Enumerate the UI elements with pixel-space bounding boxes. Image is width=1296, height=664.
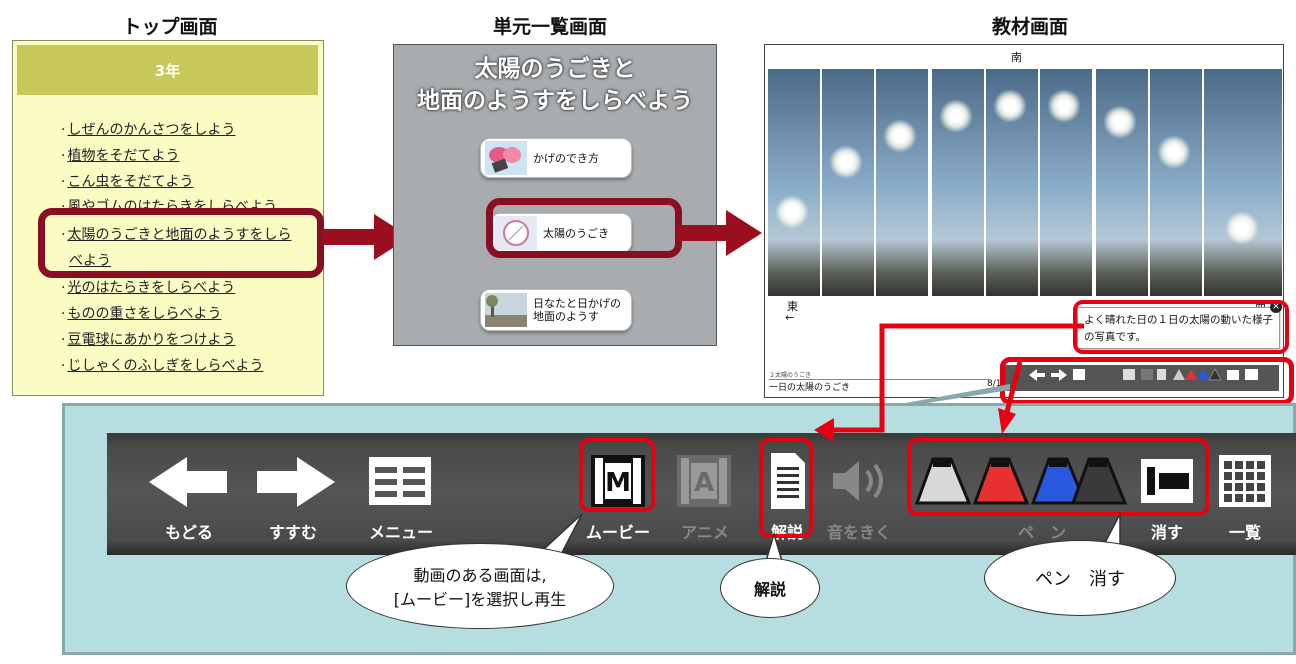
list-label: 一覧 — [1228, 523, 1261, 542]
highlight-movie-button — [579, 438, 655, 512]
direction-south: 南 — [1011, 51, 1022, 64]
back-label: もどる — [165, 523, 213, 542]
commentary-callout: 解説 — [720, 558, 820, 618]
explanation-pointer-arrow — [814, 323, 1084, 442]
forward-label: すすむ — [268, 523, 317, 542]
unit-button-label: 日なたと日かげの 地面のようす — [533, 297, 621, 323]
heading-units: 単元一覧画面 — [492, 16, 607, 38]
unit-link[interactable]: · ものの重さをしらべよう — [61, 303, 221, 323]
direction-east-arrow: ← — [785, 311, 795, 324]
heading-top: トップ画面 — [122, 16, 218, 38]
ground-thumbnail-icon — [485, 293, 527, 327]
unit-link[interactable]: · 植物をそだてよう — [61, 145, 179, 165]
unit-link[interactable]: · こん虫をそだてよう — [61, 171, 193, 191]
menu-icon[interactable] — [367, 455, 433, 507]
back-arrow-icon[interactable] — [147, 455, 231, 509]
highlight-commentary-button — [759, 438, 813, 538]
highlight-pen-erase — [907, 438, 1209, 516]
unit-title: 太陽のうごきと 地面のようすをしらべよう — [417, 56, 693, 114]
unit-button-shadow[interactable]: かげのでき方 — [480, 138, 632, 178]
unit-link[interactable]: · じしゃくのふしぎをしらべよう — [61, 355, 263, 375]
toolbar-pointer-arrow — [998, 361, 1023, 434]
unit-link[interactable]: · しぜんのかんさつをしよう — [61, 119, 235, 139]
flow-arrow-2 — [676, 210, 762, 256]
menu-label: メニュー — [368, 523, 433, 542]
shadow-thumbnail-icon — [485, 141, 527, 175]
grade-header: 3年 — [17, 45, 318, 95]
anime-label: アニメ — [681, 523, 729, 542]
grid-list-icon[interactable] — [1217, 453, 1273, 509]
listen-label: 音をきく — [826, 523, 891, 542]
svg-text:A: A — [694, 468, 714, 498]
anime-film-icon: A — [677, 455, 731, 507]
highlight-explanation — [1073, 300, 1289, 354]
speaker-icon — [833, 461, 883, 501]
pen-erase-callout: ペン 消す — [984, 540, 1176, 616]
unit-list-screen: 太陽のうごきと 地面のようすをしらべよう かげのでき方 太陽のうごき 日なたと日… — [393, 44, 717, 346]
movie-callout: 動画のある画面は, [ムービー]を選択し再生 — [346, 543, 614, 629]
unit-link[interactable]: · 豆電球にあかりをつけよう — [61, 329, 235, 349]
unit-link[interactable]: · 光のはたらきをしらべよう — [61, 277, 235, 297]
highlight-sun-button — [486, 198, 682, 258]
heading-material: 教材画面 — [991, 16, 1068, 38]
unit-button-ground[interactable]: 日なたと日かげの 地面のようす — [480, 289, 632, 331]
highlight-unit-selection — [38, 208, 324, 278]
unit-button-label: かげのでき方 — [533, 152, 599, 165]
erase-label: 消す — [1150, 523, 1183, 542]
forward-arrow-icon[interactable] — [253, 455, 337, 509]
